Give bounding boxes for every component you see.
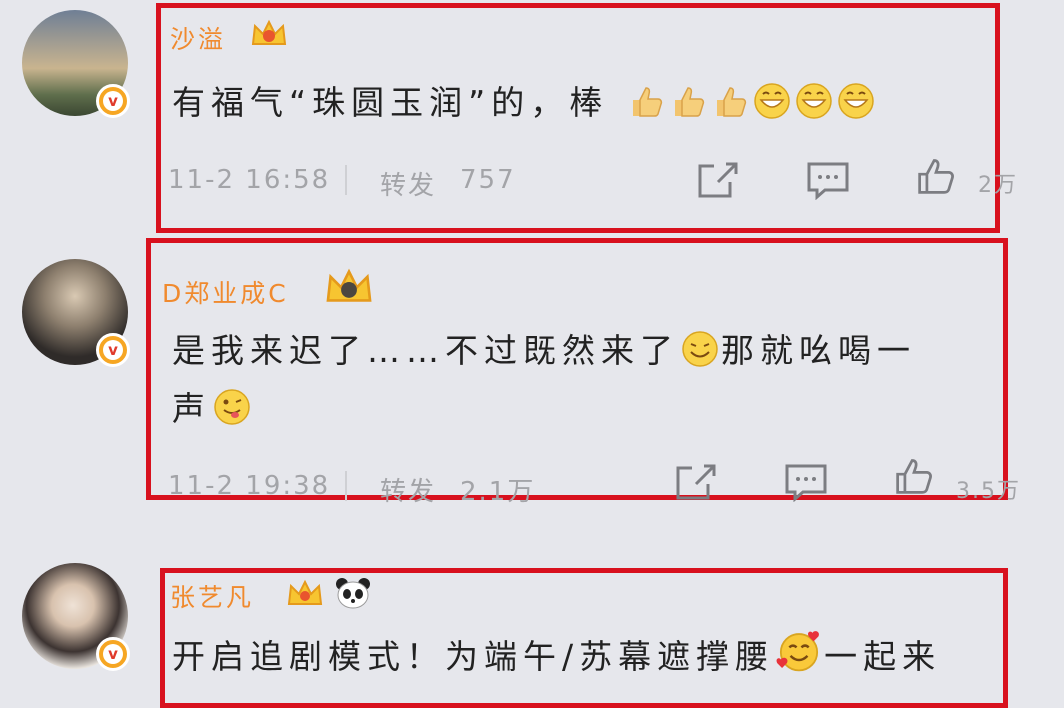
grin-emoji-icon (753, 80, 791, 119)
sweat-laugh-emoji-icon (681, 328, 719, 367)
avatar[interactable]: v (22, 563, 130, 671)
tongue-emoji-icon (213, 386, 251, 425)
repost-label[interactable]: 转发 (380, 165, 436, 202)
avatar[interactable]: v (22, 10, 130, 118)
grin-emoji-icon (837, 80, 875, 119)
divider (345, 165, 347, 195)
timestamp: 11-2 16:58 (168, 165, 331, 195)
verified-badge-icon: v (96, 333, 130, 367)
thumbs-up-icon (627, 80, 665, 118)
comment-text: 是我来迟了……不过既然来了 那就吆喝一 声 (172, 322, 992, 438)
repost-count: 2.1万 (460, 477, 536, 507)
comment-text: 开启追剧模式！为端午/苏幕遮撑腰 一起来 (172, 628, 941, 686)
panda-icon (336, 578, 370, 609)
divider (345, 471, 347, 501)
like-icon[interactable] (914, 156, 958, 196)
vip-crown-icon (287, 579, 323, 605)
username[interactable]: 张艺凡 (170, 578, 254, 614)
share-icon[interactable] (696, 160, 740, 200)
like-count: 3.5万 (956, 479, 1021, 504)
thumbs-up-icon (711, 80, 749, 118)
like-icon[interactable] (892, 456, 936, 496)
username[interactable]: 沙溢 (170, 20, 226, 56)
love-face-emoji-icon (776, 628, 822, 674)
timestamp: 11-2 19:38 (168, 471, 331, 501)
thumbs-up-icon (669, 80, 707, 118)
vip-crown-icon (251, 19, 287, 45)
username[interactable]: D郑业成C (162, 274, 289, 310)
share-icon[interactable] (674, 462, 718, 502)
grin-emoji-icon (795, 80, 833, 119)
comment-icon[interactable] (784, 462, 828, 502)
avatar[interactable]: v (22, 259, 130, 367)
repost-count: 757 (460, 165, 516, 195)
comment-icon[interactable] (806, 160, 850, 200)
vip-crown-icon (326, 268, 372, 302)
like-count: 2万 (978, 173, 1018, 198)
verified-badge-icon: v (96, 637, 130, 671)
verified-badge-icon: v (96, 84, 130, 118)
repost-label[interactable]: 转发 (380, 471, 436, 508)
comment-text: 有福气“珠圆玉润”的，棒 (172, 74, 877, 132)
